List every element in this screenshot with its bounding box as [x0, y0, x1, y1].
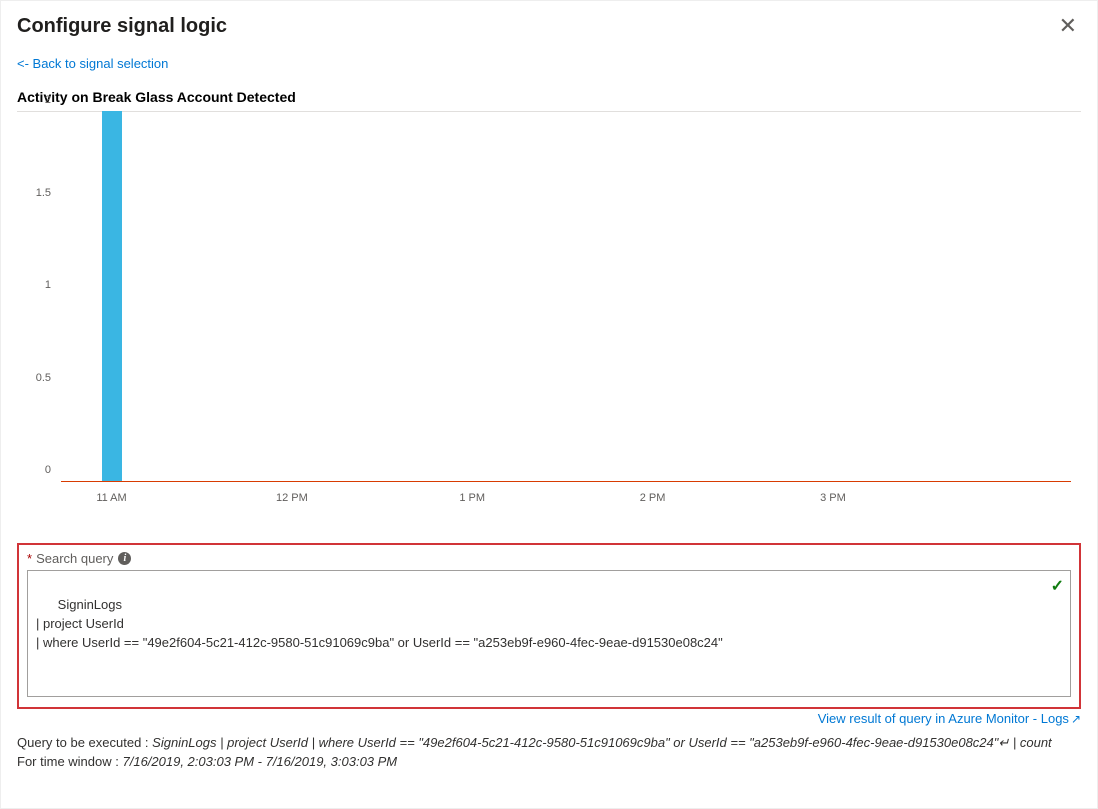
external-link-icon: ↗	[1071, 712, 1081, 726]
x-axis-tick: 11 AM	[96, 492, 126, 504]
configure-signal-panel: Configure signal logic ✕ <- Back to sign…	[0, 0, 1098, 809]
view-result-link[interactable]: View result of query in Azure Monitor - …	[17, 711, 1081, 726]
x-axis-tick: 3 PM	[820, 492, 846, 504]
search-query-value: SigninLogs | project UserId | where User…	[36, 597, 723, 650]
x-axis-tick: 12 PM	[276, 492, 308, 504]
info-icon[interactable]: i	[118, 552, 131, 565]
search-query-input[interactable]: SigninLogs | project UserId | where User…	[27, 570, 1071, 697]
panel-header: Configure signal logic ✕	[17, 11, 1081, 48]
time-window-label: For time window :	[17, 754, 119, 769]
search-query-label: Search query	[36, 551, 113, 566]
chart-baseline	[61, 481, 1071, 482]
signal-name: Activity on Break Glass Account Detected	[17, 89, 1081, 105]
y-axis-tick: 1.5	[21, 187, 51, 199]
query-to-execute-text: SigninLogs | project UserId | where User…	[152, 735, 1052, 750]
y-axis-tick: 0	[21, 464, 51, 476]
search-query-section: * Search query i SigninLogs | project Us…	[17, 543, 1081, 709]
required-indicator: *	[27, 551, 32, 566]
y-axis-tick: 0.5	[21, 372, 51, 384]
x-axis-tick: 2 PM	[640, 492, 666, 504]
query-to-execute-row: Query to be executed : SigninLogs | proj…	[17, 734, 1081, 753]
x-axis-tick: 1 PM	[459, 492, 485, 504]
time-window-text: 7/16/2019, 2:03:03 PM - 7/16/2019, 3:03:…	[123, 754, 398, 769]
close-icon[interactable]: ✕	[1055, 11, 1081, 41]
panel-title: Configure signal logic	[17, 15, 227, 38]
back-to-signal-selection-link[interactable]: <- Back to signal selection	[17, 56, 168, 71]
y-axis-tick: 1	[21, 279, 51, 291]
y-axis-tick: 2	[21, 94, 51, 106]
check-icon: ✓	[1051, 575, 1064, 598]
query-summary: Query to be executed : SigninLogs | proj…	[17, 734, 1081, 772]
chart-bar	[102, 111, 122, 481]
signal-history-chart: 00.511.5211 AM12 PM1 PM2 PM3 PM	[17, 111, 1081, 521]
time-window-row: For time window : 7/16/2019, 2:03:03 PM …	[17, 753, 1081, 772]
query-to-execute-label: Query to be executed :	[17, 735, 149, 750]
search-query-label-row: * Search query i	[27, 551, 1071, 566]
